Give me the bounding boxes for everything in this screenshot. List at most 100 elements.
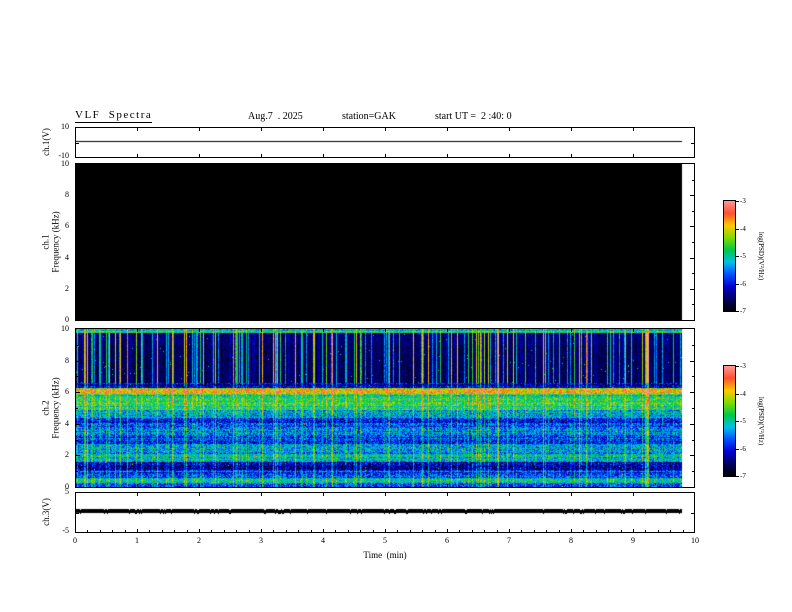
tick-label: -10 — [58, 151, 69, 160]
tick-mark — [286, 530, 287, 532]
tick-mark — [76, 408, 78, 409]
tick-label: 4 — [65, 252, 69, 262]
vlf-spectra-figure: VLF Spectra Aug.7 . 2025 station=GAK sta… — [0, 0, 792, 612]
tick-mark — [249, 530, 250, 532]
ch2-spectrogram-axis-label: ch.2 Frequency (kHz) — [41, 377, 62, 438]
tick-label: 8 — [65, 190, 69, 200]
tick-mark — [509, 164, 510, 167]
tick-mark — [692, 471, 694, 472]
tick-label: 2 — [65, 450, 69, 460]
tick-label: -6 — [740, 279, 746, 288]
tick-label: 10 — [61, 324, 69, 333]
tick-mark — [137, 493, 138, 496]
ch2-spectrogram-canvas — [76, 329, 694, 487]
tick-mark — [633, 154, 634, 157]
tick-mark — [484, 530, 485, 532]
tick-label: 9 — [631, 536, 635, 545]
tick-label: -7 — [740, 472, 746, 480]
tick-mark — [224, 530, 225, 532]
tick-mark — [447, 154, 448, 157]
tick-mark — [621, 530, 622, 532]
tick-mark — [211, 530, 212, 532]
tick-mark — [571, 493, 572, 496]
tick-mark — [736, 256, 739, 257]
tick-mark — [323, 329, 324, 332]
tick-mark — [76, 440, 78, 441]
tick-mark — [76, 455, 80, 456]
ch1-spectrogram-axis-label: ch.1 Frequency (kHz) — [41, 211, 62, 272]
tick-mark — [323, 164, 324, 167]
tick-mark — [385, 484, 386, 487]
tick-mark — [447, 164, 448, 167]
tick-label: 1 — [135, 536, 139, 545]
tick-mark — [236, 530, 237, 532]
tick-mark — [571, 484, 572, 487]
tick-mark — [261, 493, 262, 496]
tick-mark — [509, 154, 510, 157]
ch1-spectrogram-canvas — [76, 164, 694, 320]
tick-mark — [385, 154, 386, 157]
tick-mark — [736, 393, 739, 395]
tick-mark — [692, 180, 694, 181]
tick-mark — [690, 455, 694, 456]
header-start-ut: start UT = 2 :40: 0 — [435, 111, 512, 122]
tick-label: 4 — [65, 418, 69, 428]
tick-mark — [422, 530, 423, 532]
header-station: station=GAK — [342, 111, 396, 122]
tick-mark — [76, 376, 78, 377]
tick-mark — [199, 484, 200, 487]
tick-mark — [199, 493, 200, 496]
tick-mark — [690, 258, 694, 259]
tick-label: 10 — [61, 159, 69, 168]
tick-mark — [692, 376, 694, 377]
ch1-spectrogram-panel — [75, 163, 695, 321]
tick-mark — [174, 530, 175, 532]
tick-label: 5 — [383, 536, 387, 545]
tick-mark — [199, 164, 200, 167]
tick-mark — [571, 329, 572, 332]
tick-mark — [658, 530, 659, 532]
tick-mark — [736, 283, 739, 285]
tick-mark — [509, 484, 510, 487]
tick-mark — [385, 493, 386, 496]
tick-label: 4 — [321, 536, 325, 545]
tick-mark — [87, 530, 88, 532]
tick-mark — [410, 530, 411, 532]
tick-mark — [162, 530, 163, 532]
tick-mark — [447, 317, 448, 320]
tick-label: 10 — [61, 122, 69, 131]
spec1-frequency-label: Frequency (kHz) — [51, 211, 61, 273]
tick-mark — [76, 195, 80, 196]
tick-mark — [633, 164, 634, 167]
tick-mark — [692, 304, 694, 305]
colorbar-1-label: log(PSD)(V²/Hz) — [757, 231, 766, 281]
tick-mark — [311, 530, 312, 532]
colorbar-1 — [723, 200, 736, 312]
tick-mark — [76, 258, 80, 259]
tick-mark — [385, 529, 386, 532]
tick-mark — [691, 513, 694, 514]
tick-mark — [633, 128, 634, 131]
tick-mark — [261, 154, 262, 157]
tick-mark — [261, 128, 262, 131]
x-axis-title: Time (min) — [363, 550, 407, 560]
tick-mark — [736, 201, 739, 202]
tick-label: 5 — [65, 487, 69, 496]
tick-mark — [125, 530, 126, 532]
tick-mark — [385, 164, 386, 167]
tick-mark — [335, 530, 336, 532]
tick-mark — [497, 530, 498, 532]
tick-mark — [199, 317, 200, 320]
tick-mark — [137, 317, 138, 320]
tick-mark — [261, 317, 262, 320]
tick-mark — [633, 329, 634, 332]
tick-mark — [546, 530, 547, 532]
spec2-frequency-label: Frequency (kHz) — [51, 377, 61, 439]
tick-label: 7 — [507, 536, 511, 545]
tick-label: 0 — [73, 536, 77, 545]
tick-mark — [360, 530, 361, 532]
tick-mark — [323, 493, 324, 496]
tick-mark — [670, 530, 671, 532]
tick-mark — [76, 211, 78, 212]
tick-mark — [509, 128, 510, 131]
